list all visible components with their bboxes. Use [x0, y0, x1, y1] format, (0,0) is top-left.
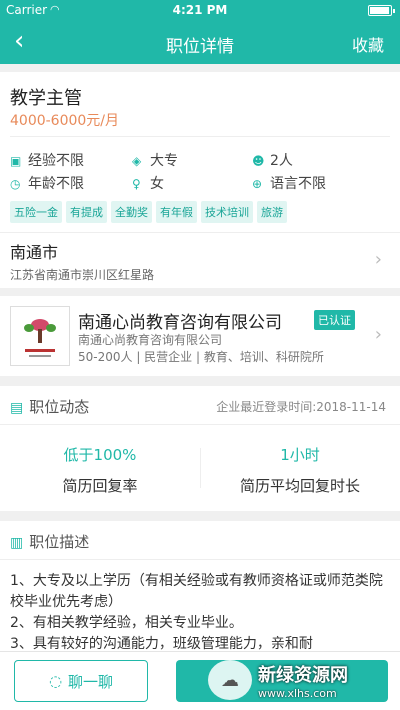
benefit-tag: 技术培训	[201, 201, 253, 223]
benefit-tag: 全勤奖	[111, 201, 152, 223]
section-header: ▤ 职位动态	[10, 396, 89, 417]
description-line: 2、有相关教学经验，相关专业毕业。	[10, 615, 243, 631]
job-salary: 4000-6000元/月	[10, 113, 120, 129]
company-name: 南通心尚教育咨询有限公司	[78, 313, 282, 333]
address-row[interactable]: 南通市 江苏省南通市崇川区红星路 ›	[0, 232, 400, 288]
stat-value: 1小时	[280, 446, 320, 464]
benefit-tags: 五险一金 有提成 全勤奖 有年假 技术培训 旅游	[10, 201, 287, 223]
company-logo	[10, 306, 70, 366]
chat-bubble-icon: ◌	[48, 672, 63, 690]
job-description-section: ▥ 职位描述 1、大专及以上学历（有相关经验或有教师资格证或师范类院校毕业优先考虑…	[0, 521, 400, 652]
section-title: 职位动态	[29, 398, 90, 416]
company-meta: 50-200人 | 民营企业 | 教育、培训、科研院所	[78, 350, 324, 364]
gender-icon: ♀	[132, 177, 141, 191]
briefcase-icon: ▣	[10, 154, 22, 168]
company-full-name: 南通心尚教育咨询有限公司	[78, 333, 223, 347]
stat-label: 简历平均回复时长	[239, 477, 360, 495]
description-line: 1、大专及以上学历（有相关经验或有教师资格证或师范类院校毕业优先考虑）	[10, 573, 383, 610]
job-summary-card: 教学主管 4000-6000元/月 ▣ 经验不限 ◈ 大专 ☻ 2人 ◷ 年龄不限 ♀ 女…	[0, 72, 400, 232]
company-logo-graphic	[24, 319, 56, 357]
job-dynamics-section: ▤ 职位动态 企业最近登录时间:2018-11-14 低于100% 简历回复率 1…	[0, 386, 400, 511]
reply-time-stat: 1小时 简历平均回复时长	[200, 444, 400, 496]
age-requirement: ◷ 年龄不限	[10, 176, 84, 192]
document-icon: ▥	[10, 535, 24, 551]
divider	[0, 424, 400, 425]
chevron-right-icon: ›	[374, 249, 382, 270]
education-requirement: ◈ 大专	[132, 153, 178, 169]
divider	[10, 136, 390, 137]
cloud-logo-icon: ☁	[208, 660, 252, 700]
globe-icon: ⊕	[252, 177, 263, 191]
chat-button-label: 聊一聊	[68, 672, 114, 691]
address-street: 江苏省南通市崇川区红星路	[10, 268, 155, 282]
benefit-tag: 有年假	[156, 201, 197, 223]
chevron-right-icon: ›	[374, 324, 382, 345]
status-bar: Carrier ◠ 4:21 PM	[0, 0, 400, 20]
favorite-button[interactable]: 收藏	[352, 32, 384, 56]
stat-label: 简历回复率	[62, 477, 138, 495]
chat-button[interactable]: ◌ 聊一聊	[14, 660, 148, 702]
graduation-cap-icon: ◈	[132, 154, 142, 168]
inbox-icon: ▤	[10, 400, 24, 416]
nav-bar: ‹ 职位详情 收藏	[0, 20, 400, 64]
benefit-tag: 有提成	[66, 201, 107, 223]
company-row[interactable]: 南通心尚教育咨询有限公司 已认证 南通心尚教育咨询有限公司 50-200人 | …	[0, 296, 400, 376]
watermark: ☁ 新绿资源网 www.xlhs.com	[208, 654, 398, 706]
clock-icon: ◷	[10, 177, 21, 191]
address-city: 南通市	[10, 243, 59, 262]
reply-rate-stat: 低于100% 简历回复率	[0, 444, 200, 496]
battery-icon	[368, 5, 395, 16]
last-login-time: 企业最近登录时间:2018-11-14	[216, 400, 386, 414]
watermark-title: 新绿资源网	[258, 664, 348, 686]
benefit-tag: 旅游	[257, 201, 287, 223]
section-title: 职位描述	[29, 533, 90, 551]
section-header: ▥ 职位描述	[10, 531, 89, 552]
experience-requirement: ▣ 经验不限	[10, 153, 84, 169]
job-title: 教学主管	[10, 88, 82, 109]
divider	[0, 559, 400, 560]
watermark-url: www.xlhs.com	[258, 686, 337, 700]
verified-badge: 已认证	[314, 310, 355, 330]
headcount-requirement: ☻ 2人	[252, 153, 293, 169]
stat-value: 低于100%	[63, 446, 137, 464]
language-requirement: ⊕ 语言不限	[252, 176, 326, 192]
people-icon: ☻	[252, 154, 265, 168]
status-time: 4:21 PM	[172, 3, 228, 17]
gender-requirement: ♀ 女	[132, 176, 164, 192]
benefit-tag: 五险一金	[10, 201, 62, 223]
description-text: 1、大专及以上学历（有相关经验或有教师资格证或师范类院校毕业优先考虑） 2、有相…	[10, 571, 390, 655]
page-title: 职位详情	[166, 37, 234, 57]
